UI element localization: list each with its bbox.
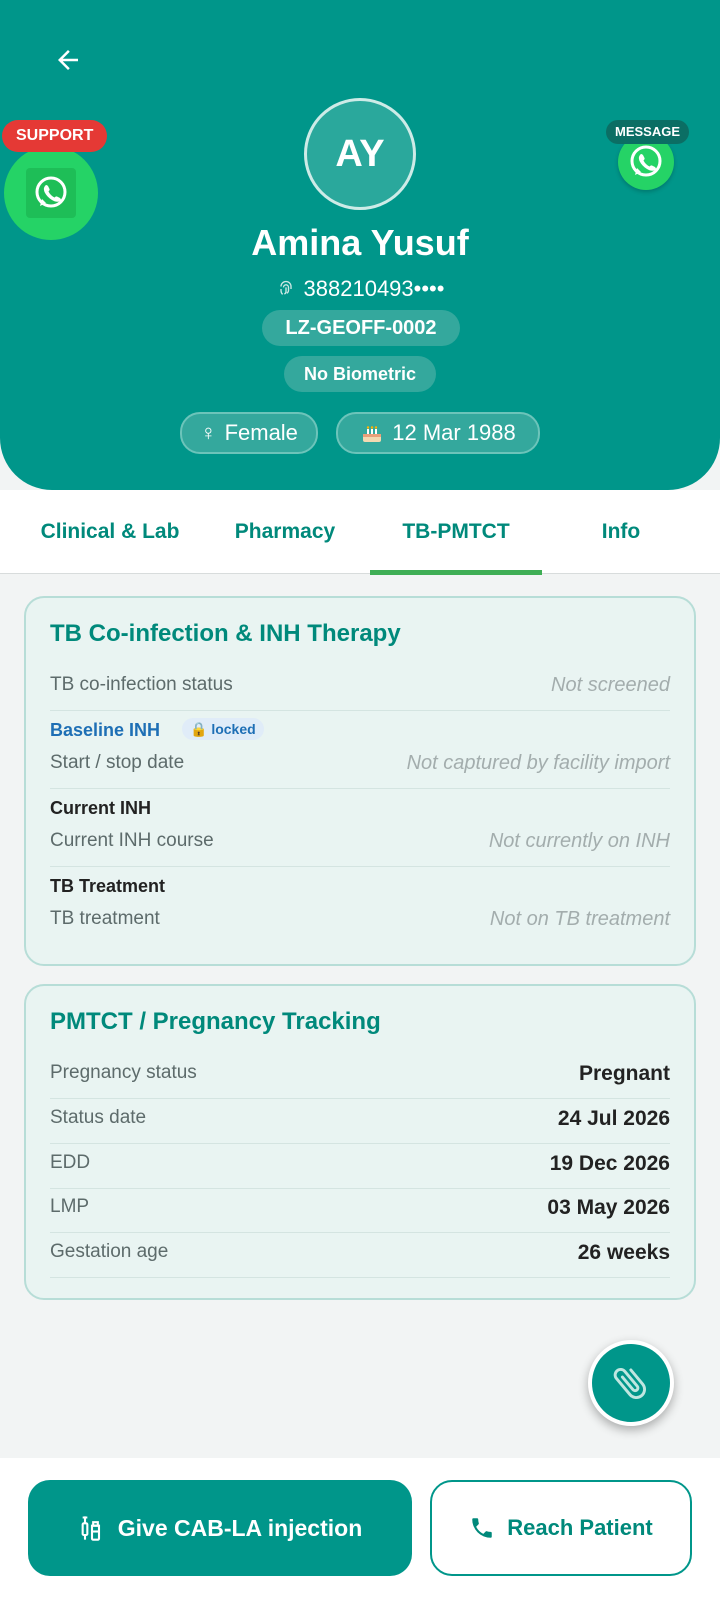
tb-coinfection-label: TB co-infection status: [50, 674, 233, 695]
gender-value: Female: [224, 420, 298, 445]
attach-button[interactable]: [588, 1340, 674, 1426]
tab-info[interactable]: Info: [548, 490, 694, 574]
tab-tb-pmtct[interactable]: TB-PMTCT: [370, 490, 542, 575]
locked-badge: 🔒 locked: [182, 718, 264, 740]
reach-patient-label: Reach Patient: [507, 1515, 653, 1540]
status-date-label: Status date: [50, 1107, 147, 1128]
gestation-age-label: Gestation age: [50, 1241, 169, 1262]
baseline-inh-heading: Baseline INH: [50, 720, 161, 740]
divider: [50, 1232, 670, 1233]
divider: [50, 866, 670, 867]
lmp-label: LMP: [50, 1196, 90, 1217]
gestation-age-value: 26 weeks: [577, 1241, 670, 1264]
edd-value: 19 Dec 2026: [549, 1152, 670, 1175]
syringe-vial-icon: [81, 1516, 100, 1541]
whatsapp-icon: [630, 145, 662, 177]
birthday-cake-icon: [363, 426, 382, 442]
give-cab-la-button[interactable]: Give CAB-LA injection: [28, 1480, 412, 1576]
patient-header: SUPPORT MESSAGE AY Amina Yusuf 388210493…: [0, 0, 720, 490]
tb-card-title: TB Co-infection & INH Therapy: [50, 620, 401, 647]
current-inh-heading: Current INH: [50, 798, 152, 818]
tb-treatment-label: TB treatment: [50, 908, 160, 929]
divider: [50, 710, 670, 711]
divider: [50, 788, 670, 789]
pregnancy-status-value: Pregnant: [578, 1062, 670, 1085]
current-inh-value: Not currently on INH: [488, 830, 670, 852]
current-inh-label: Current INH course: [50, 830, 214, 851]
paperclip-icon: [613, 1368, 646, 1400]
message-badge: MESSAGE: [606, 120, 690, 144]
divider: [50, 1098, 670, 1099]
tb-coinfection-value: Not screened: [551, 674, 670, 696]
reach-patient-button[interactable]: Reach Patient: [430, 1480, 692, 1576]
phone-icon: [472, 1518, 492, 1538]
avatar: AY: [304, 98, 416, 210]
patient-id-row: 388210493••••: [0, 276, 720, 302]
divider: [50, 1143, 670, 1144]
tab-bar: Clinical & Lab Pharmacy TB-PMTCT Info: [0, 490, 720, 575]
locked-label: locked: [211, 721, 256, 737]
arrow-left-icon: [58, 50, 78, 70]
message-whatsapp-button[interactable]: MESSAGE: [606, 120, 690, 192]
pmtct-card-title: PMTCT / Pregnancy Tracking: [50, 1008, 381, 1035]
biometric-status-badge: No Biometric: [284, 356, 436, 392]
fingerprint-icon: [279, 280, 292, 295]
status-date-value: 24 Jul 2026: [557, 1107, 670, 1130]
baseline-inh-value: Not captured by facility import: [406, 752, 670, 774]
facility-code-badge: LZ-GEOFF-0002: [262, 310, 460, 346]
support-badge: SUPPORT: [2, 120, 108, 152]
give-cab-la-label: Give CAB-LA injection: [117, 1514, 363, 1541]
female-symbol-icon: ♀: [200, 420, 217, 445]
lmp-value: 03 May 2026: [547, 1196, 670, 1219]
pregnancy-status-label: Pregnancy status: [50, 1062, 197, 1083]
divider: [50, 1188, 670, 1189]
tb-treatment-value: Not on TB treatment: [489, 908, 670, 930]
tb-treatment-heading: TB Treatment: [50, 876, 166, 896]
edd-label: EDD: [50, 1152, 91, 1173]
gender-chip: ♀ Female: [180, 412, 318, 454]
whatsapp-icon: [26, 168, 76, 218]
dob-value: 12 Mar 1988: [392, 420, 516, 445]
patient-name: Amina Yusuf: [251, 222, 469, 263]
back-button[interactable]: [44, 36, 92, 84]
divider: [50, 1277, 670, 1278]
dob-chip: 12 Mar 1988: [336, 412, 540, 454]
patient-id: 388210493••••: [303, 276, 445, 301]
tab-clinical-lab[interactable]: Clinical & Lab: [18, 490, 202, 574]
tab-pharmacy[interactable]: Pharmacy: [202, 490, 368, 574]
lock-icon: 🔒: [190, 721, 208, 737]
baseline-inh-label: Start / stop date: [50, 752, 185, 773]
